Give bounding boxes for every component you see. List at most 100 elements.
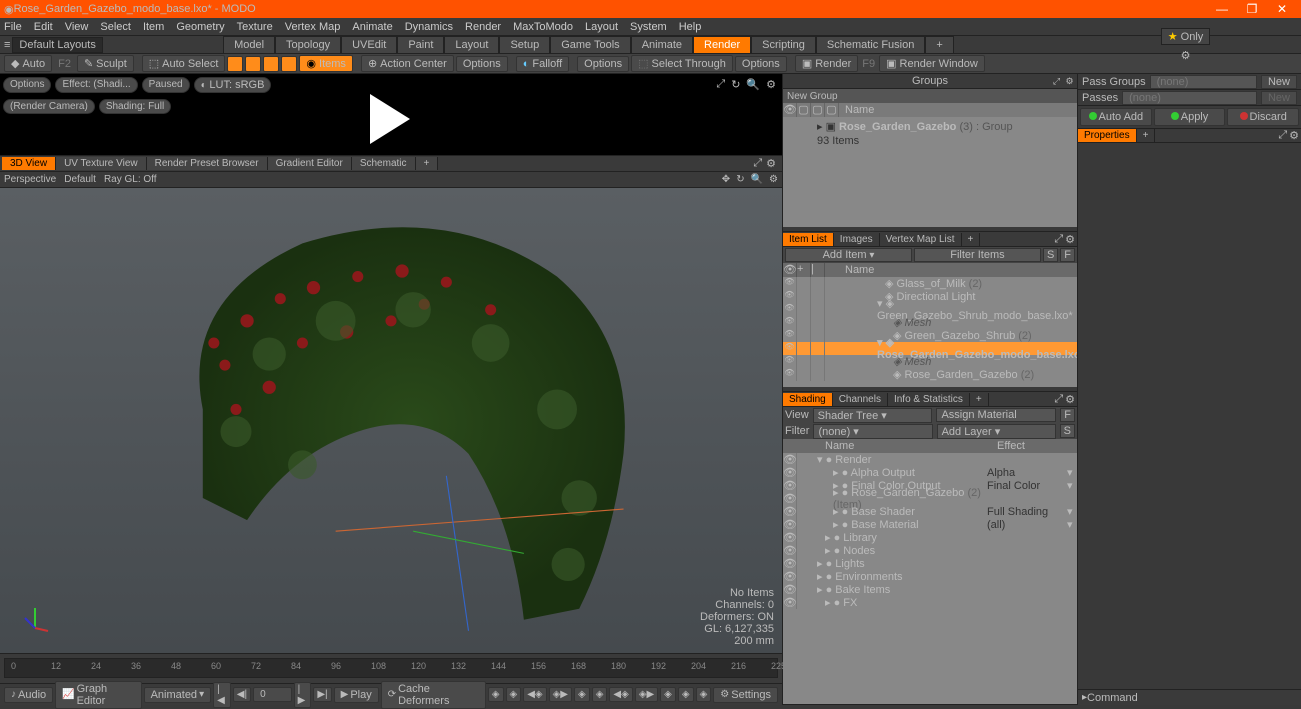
shader-row[interactable]: 👁▸ ● Rose_Garden_Gazebo (2) (Item) — [783, 492, 1077, 505]
shader-row[interactable]: 👁▸ ● Library — [783, 531, 1077, 544]
play-icon[interactable] — [370, 94, 410, 144]
tab-model[interactable]: Model — [223, 36, 275, 54]
audio-button[interactable]: ♪ Audio — [4, 687, 53, 703]
tab-uvedit[interactable]: UVEdit — [341, 36, 397, 54]
options3-button[interactable]: Options — [735, 56, 787, 72]
key9[interactable]: ◈ — [660, 687, 676, 702]
tab-add5[interactable]: + — [1137, 129, 1156, 142]
assignmat-dropdown[interactable]: Assign Material — [936, 408, 1056, 422]
sh-f-button[interactable]: F — [1060, 408, 1075, 422]
prop-gear-icon[interactable]: ⚙ — [1289, 129, 1299, 142]
tab-schematic[interactable]: Schematic Fusion — [816, 36, 925, 54]
zoom-icon[interactable]: 🔍 — [746, 78, 760, 91]
shader-row[interactable]: 👁▸ ● FX — [783, 596, 1077, 609]
key6[interactable]: ◈ — [592, 687, 608, 702]
play-button[interactable]: ▶ Play — [334, 687, 379, 703]
vp-raygl[interactable]: Ray GL: Off — [104, 174, 157, 185]
menu-edit[interactable]: Edit — [34, 21, 53, 33]
next-frame[interactable]: |▶ — [294, 682, 312, 708]
filteritems-dropdown[interactable]: Filter Items — [914, 248, 1041, 262]
vp-zoom-icon[interactable]: 🔍 — [751, 174, 763, 185]
key10[interactable]: ◈ — [678, 687, 694, 702]
key11[interactable]: ◈ — [696, 687, 712, 702]
tab-gradient[interactable]: Gradient Editor — [268, 157, 352, 170]
menu-item[interactable]: Item — [143, 21, 164, 33]
menu-geometry[interactable]: Geometry — [176, 21, 224, 33]
viewport-3d[interactable]: No Items Channels: 0 Deformers: ON GL: 6… — [0, 188, 782, 653]
passgroups-dropdown[interactable]: (none) — [1150, 75, 1257, 89]
vp-perspective[interactable]: Perspective — [4, 174, 56, 185]
tab-renderpreset[interactable]: Render Preset Browser — [147, 157, 268, 170]
discard-button[interactable]: Discard — [1227, 108, 1299, 126]
shader-row[interactable]: 👁▾ ● Render — [783, 453, 1077, 466]
item-row[interactable]: 👁▾ ◈ Green_Gazebo_Shrub_modo_base.lxo* — [783, 303, 1077, 316]
render-lut[interactable]: ◐ LUT: sRGB — [194, 77, 272, 93]
vp-gear2-icon[interactable]: ⚙ — [769, 174, 778, 185]
passgroups-new-button[interactable]: New — [1261, 75, 1297, 89]
shader-row[interactable]: 👁▸ ● Bake Items — [783, 583, 1077, 596]
menu-help[interactable]: Help — [679, 21, 702, 33]
animated-dropdown[interactable]: Animated ▾ — [144, 687, 212, 703]
item-row[interactable]: 👁◈ Rose_Garden_Gazebo (2) — [783, 368, 1077, 381]
tab-add3[interactable]: + — [962, 233, 981, 246]
tab-layout[interactable]: Layout — [444, 36, 499, 54]
newgroup-button[interactable]: New Group — [783, 89, 1077, 103]
tab-add4[interactable]: + — [970, 393, 989, 406]
tab-topology[interactable]: Topology — [275, 36, 341, 54]
layouts-dropdown[interactable]: Default Layouts — [12, 37, 102, 53]
tab-3dview[interactable]: 3D View — [2, 157, 56, 170]
auto-button[interactable]: ◆ Auto — [4, 55, 52, 72]
render-options[interactable]: Options — [3, 77, 51, 93]
key8[interactable]: ◈▶ — [635, 687, 658, 702]
il-s-button[interactable]: S — [1043, 248, 1058, 262]
first-frame[interactable]: |◀ — [213, 682, 231, 708]
groups-gear-icon[interactable]: ⚙ — [1064, 76, 1075, 87]
menu-maxtomodo[interactable]: MaxToModo — [513, 21, 573, 33]
itemlist-tree[interactable]: 👁◈ Glass_of_Milk (2)👁◈ Directional Light… — [783, 277, 1077, 387]
tab-paint[interactable]: Paint — [397, 36, 444, 54]
item-row[interactable]: 👁▾ ◈ Rose_Garden_Gazebo_modo_base.lxo* — [783, 342, 1077, 355]
shader-row[interactable]: 👁▸ ● Environments — [783, 570, 1077, 583]
tab-properties[interactable]: Properties — [1078, 129, 1137, 142]
command-bar[interactable]: ▸ Command — [1078, 689, 1301, 705]
rotate-icon[interactable]: ↻ — [731, 78, 740, 91]
close-button[interactable]: ✕ — [1267, 2, 1297, 16]
gear2-icon[interactable]: ⚙ — [766, 78, 776, 91]
shading-tree[interactable]: 👁▾ ● Render👁▸ ● Alpha OutputAlpha▾👁▸ ● F… — [783, 453, 1077, 704]
tab-scripting[interactable]: Scripting — [751, 36, 816, 54]
shader-row[interactable]: 👁▸ ● Lights — [783, 557, 1077, 570]
sculpt-button[interactable]: ✎ Sculpt — [77, 55, 134, 72]
menu-file[interactable]: File — [4, 21, 22, 33]
sh-gear-icon[interactable]: ⚙ — [1065, 393, 1075, 406]
tab-animate[interactable]: Animate — [631, 36, 693, 54]
shader-row[interactable]: 👁▸ ● Base ShaderFull Shading▾ — [783, 505, 1077, 518]
render-camera[interactable]: (Render Camera) — [3, 99, 95, 114]
tab-vertexmap[interactable]: Vertex Map List — [880, 233, 962, 246]
sh-expand-icon[interactable]: ⤢ — [1054, 393, 1063, 406]
apply-button[interactable]: Apply — [1154, 108, 1226, 126]
menu-animate[interactable]: Animate — [352, 21, 392, 33]
poly-mode[interactable] — [263, 56, 279, 72]
render-effect[interactable]: Effect: (Shadi... — [55, 77, 137, 93]
options2-button[interactable]: Options — [577, 56, 629, 72]
shfilter-dropdown[interactable]: (none) ▾ — [813, 424, 932, 439]
menu-system[interactable]: System — [630, 21, 667, 33]
minimize-button[interactable]: — — [1207, 2, 1237, 16]
material-mode[interactable] — [281, 56, 297, 72]
menu-vertexmap[interactable]: Vertex Map — [285, 21, 341, 33]
autoselect-button[interactable]: ⬚ Auto Select — [142, 55, 226, 72]
shader-row[interactable]: 👁▸ ● Nodes — [783, 544, 1077, 557]
tab-schematic2[interactable]: Schematic — [352, 157, 416, 170]
vp-expand-icon[interactable]: ⤢ — [753, 157, 762, 170]
tab-gametools[interactable]: Game Tools — [550, 36, 631, 54]
falloff-button[interactable]: ◐ Falloff — [516, 56, 569, 72]
render-paused[interactable]: Paused — [142, 77, 190, 93]
menu-render[interactable]: Render — [465, 21, 501, 33]
vertex-mode[interactable] — [227, 56, 243, 72]
tab-render[interactable]: Render — [693, 36, 751, 54]
menu-select[interactable]: Select — [100, 21, 131, 33]
timeline[interactable]: 0122436486072849610812013214415616818019… — [0, 653, 782, 683]
key5[interactable]: ◈ — [574, 687, 590, 702]
prev-frame[interactable]: ◀| — [233, 687, 251, 702]
settings-button[interactable]: ⚙ Settings — [713, 687, 778, 703]
